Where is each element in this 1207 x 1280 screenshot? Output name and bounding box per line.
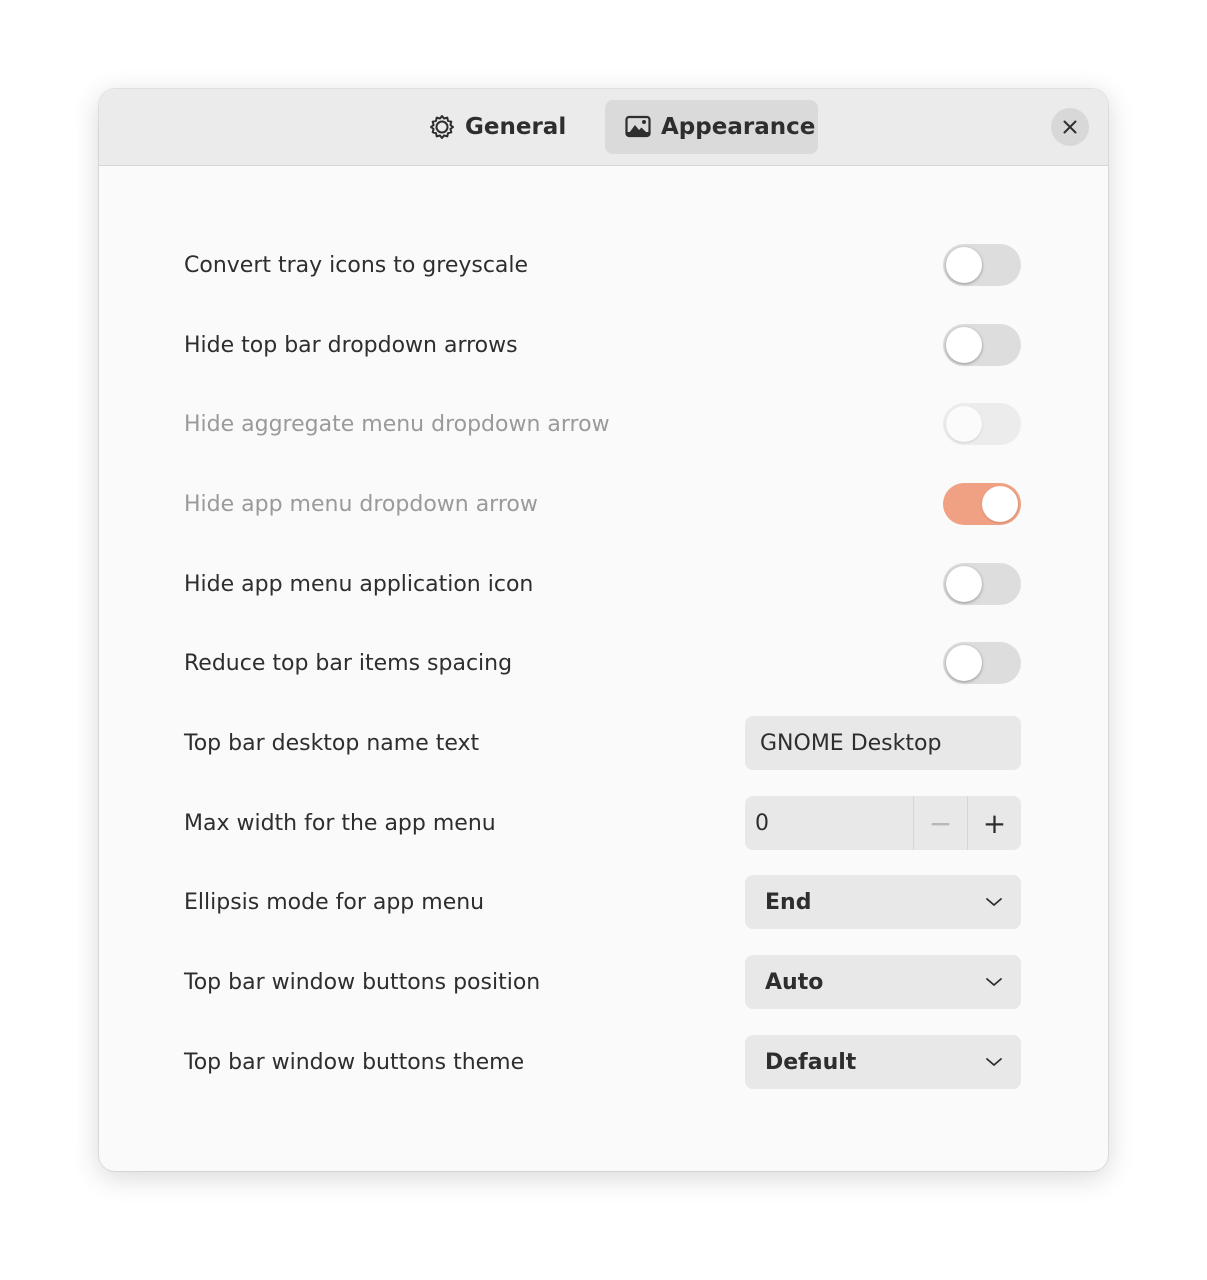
- close-button[interactable]: [1051, 108, 1089, 146]
- dropdown-value: End: [765, 889, 812, 915]
- setting-row-reduce-spacing: Reduce top bar items spacing: [184, 635, 1021, 691]
- setting-row-buttons-position: Top bar window buttons position Auto: [184, 954, 1021, 1010]
- decrement-button[interactable]: −: [913, 796, 967, 850]
- buttons-position-dropdown[interactable]: Auto: [745, 955, 1021, 1009]
- image-icon: [625, 115, 651, 138]
- switch-knob: [946, 406, 982, 442]
- hide-app-menu-icon-switch[interactable]: [943, 563, 1021, 605]
- preferences-window: General Appearance Convert tray icons to…: [99, 89, 1108, 1171]
- ellipsis-mode-dropdown[interactable]: End: [745, 875, 1021, 929]
- dropdown-value: Default: [765, 1049, 857, 1075]
- chevron-down-icon: [986, 978, 1002, 987]
- setting-row-hide-app-menu-icon: Hide app menu application icon: [184, 556, 1021, 612]
- gear-icon: [430, 115, 454, 139]
- setting-row-ellipsis-mode: Ellipsis mode for app menu End: [184, 874, 1021, 930]
- max-width-spinbutton: 0 − +: [745, 796, 1021, 850]
- hide-aggregate-arrow-switch[interactable]: [943, 403, 1021, 445]
- setting-label: Hide app menu dropdown arrow: [184, 491, 538, 517]
- setting-row-hide-dropdown-arrows: Hide top bar dropdown arrows: [184, 317, 1021, 373]
- setting-row-max-width: Max width for the app menu 0 − +: [184, 795, 1021, 851]
- switch-knob: [946, 645, 982, 681]
- setting-label: Hide top bar dropdown arrows: [184, 332, 518, 358]
- tab-general[interactable]: General: [409, 100, 589, 154]
- tab-appearance-label: Appearance: [661, 114, 816, 140]
- setting-label: Hide aggregate menu dropdown arrow: [184, 411, 610, 437]
- tab-appearance[interactable]: Appearance: [605, 100, 818, 154]
- desktop-name-input[interactable]: GNOME Desktop: [745, 716, 1021, 770]
- setting-row-desktop-name: Top bar desktop name text GNOME Desktop: [184, 715, 1021, 771]
- chevron-down-icon: [986, 898, 1002, 907]
- tab-general-label: General: [465, 114, 567, 140]
- setting-label: Reduce top bar items spacing: [184, 650, 513, 676]
- hide-dropdown-arrows-switch[interactable]: [943, 324, 1021, 366]
- setting-row-hide-app-menu-arrow: Hide app menu dropdown arrow: [184, 476, 1021, 532]
- setting-label: Max width for the app menu: [184, 810, 496, 836]
- header-bar: General Appearance: [99, 89, 1108, 166]
- setting-row-hide-aggregate-arrow: Hide aggregate menu dropdown arrow: [184, 396, 1021, 452]
- setting-row-buttons-theme: Top bar window buttons theme Default: [184, 1034, 1021, 1090]
- reduce-spacing-switch[interactable]: [943, 642, 1021, 684]
- dropdown-value: Auto: [765, 969, 824, 995]
- increment-button[interactable]: +: [967, 796, 1021, 850]
- buttons-theme-dropdown[interactable]: Default: [745, 1035, 1021, 1089]
- switch-knob: [946, 327, 982, 363]
- setting-label: Convert tray icons to greyscale: [184, 252, 529, 278]
- setting-row-convert-tray-icons: Convert tray icons to greyscale: [184, 237, 1021, 293]
- switch-knob: [946, 247, 982, 283]
- switch-knob: [982, 486, 1018, 522]
- setting-label: Hide app menu application icon: [184, 571, 534, 597]
- convert-tray-icons-switch[interactable]: [943, 244, 1021, 286]
- setting-label: Top bar window buttons position: [184, 969, 541, 995]
- close-icon: [1063, 120, 1077, 134]
- chevron-down-icon: [986, 1058, 1002, 1067]
- hide-app-menu-arrow-switch[interactable]: [943, 483, 1021, 525]
- switch-knob: [946, 566, 982, 602]
- setting-label: Top bar window buttons theme: [184, 1049, 525, 1075]
- setting-label: Ellipsis mode for app menu: [184, 889, 485, 915]
- max-width-input[interactable]: 0: [745, 796, 913, 850]
- setting-label: Top bar desktop name text: [184, 730, 480, 756]
